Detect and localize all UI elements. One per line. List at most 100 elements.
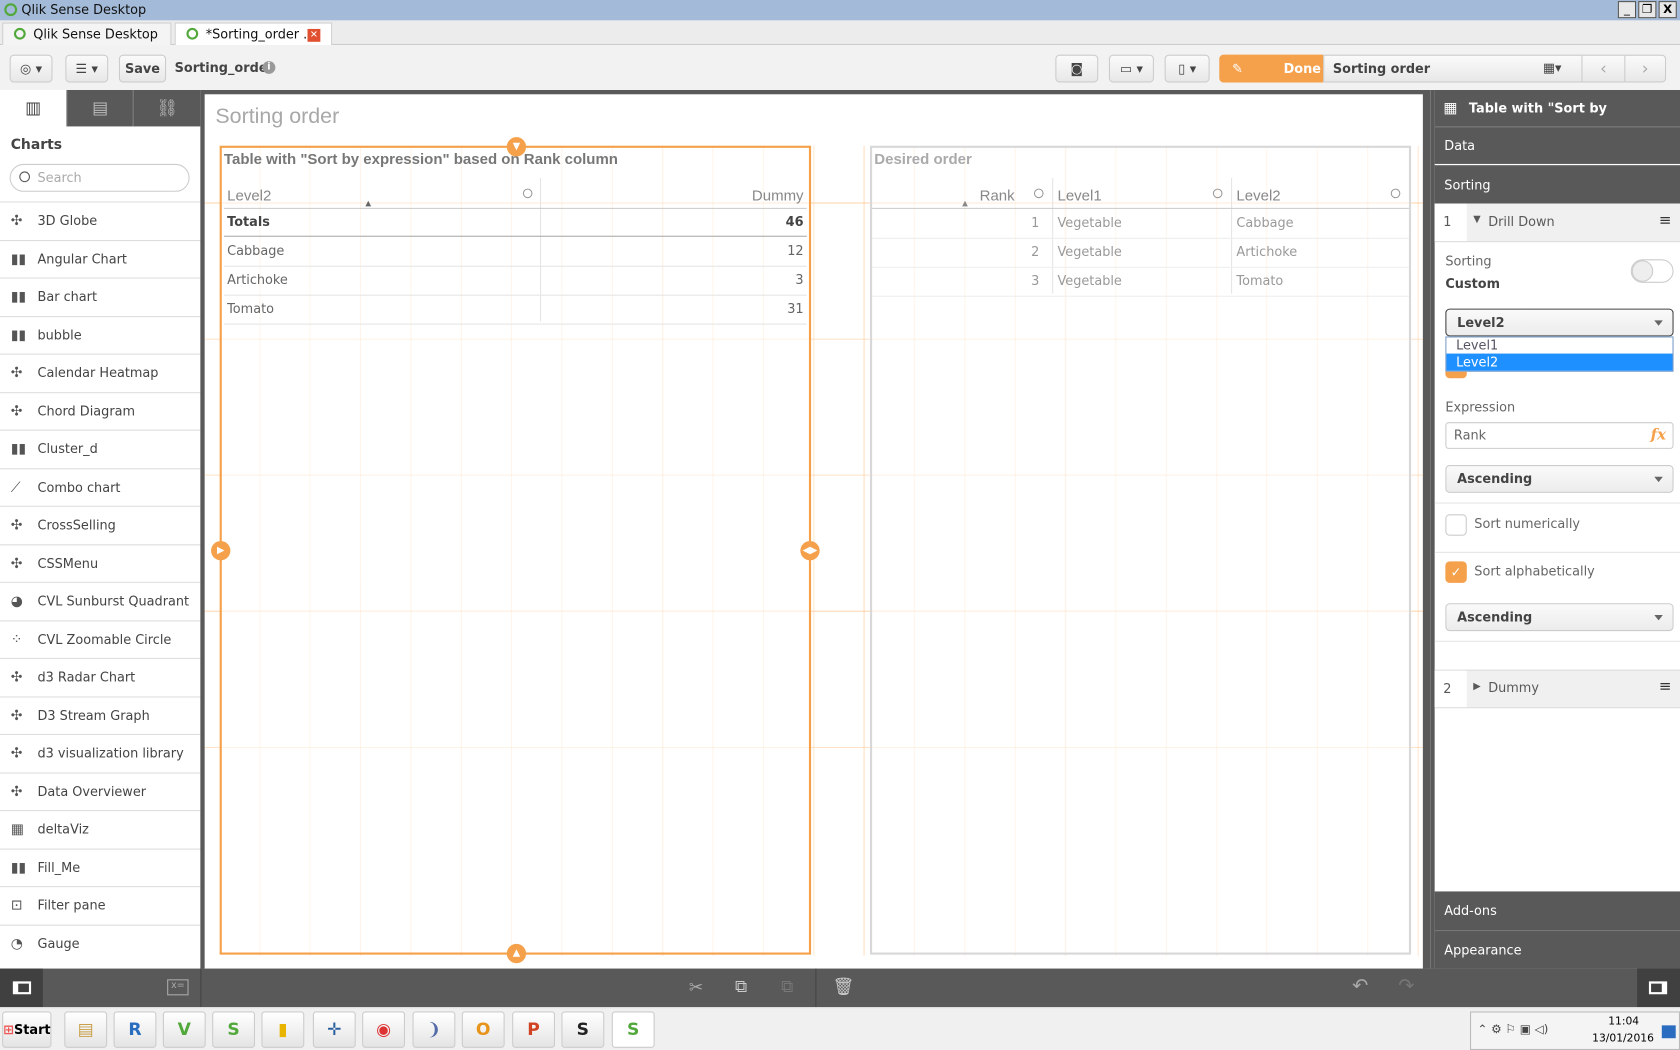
cell-level2[interactable]: Cabbage xyxy=(227,237,284,266)
fx-icon[interactable]: fx xyxy=(1651,423,1666,448)
chart-list-item[interactable]: ✣ Data Overviewer xyxy=(0,771,201,811)
auto-sort-toggle[interactable] xyxy=(1630,259,1674,283)
tray-icons[interactable]: ⌃ ⚙ ⚐ ▣ ◁) xyxy=(1478,1022,1549,1036)
field-select[interactable]: Level2 xyxy=(1445,308,1674,337)
explorer-taskbar-icon[interactable]: ▤ xyxy=(64,1011,108,1048)
section-sorting[interactable]: Sorting xyxy=(1434,165,1680,204)
chart-list-item[interactable]: ▮▮ Cluster_d xyxy=(0,429,201,468)
chart-list-item[interactable]: ◕ CVL Sunburst Quadrant xyxy=(0,581,201,620)
column-header-level1[interactable]: Level1 xyxy=(1058,180,1102,210)
snapshot-button[interactable]: ◙ xyxy=(1055,54,1099,83)
expression-input[interactable]: Rank fx xyxy=(1445,422,1674,449)
chart-list-item[interactable]: ✣ 3D Globe xyxy=(0,201,201,240)
sort-alphabetically-checkbox[interactable]: ✓ xyxy=(1445,561,1467,583)
chart-list-item[interactable]: ✣ CrossSelling xyxy=(0,505,201,544)
expression-order-select[interactable]: Ascending xyxy=(1445,465,1674,493)
show-desktop-button[interactable] xyxy=(1661,1025,1676,1039)
minimize-button[interactable]: _ xyxy=(1617,1,1637,19)
powerpoint-taskbar-icon[interactable]: P xyxy=(512,1011,556,1048)
cell-level1[interactable]: Vegetable xyxy=(1058,238,1122,267)
r-taskbar-icon[interactable]: R xyxy=(113,1011,157,1048)
previous-sheet-button[interactable]: ‹ xyxy=(1581,55,1624,82)
search-icon[interactable] xyxy=(1212,188,1223,199)
done-button[interactable]: ✎ Done xyxy=(1219,54,1324,83)
tab-hub[interactable]: Qlik Sense Desktop hub xyxy=(2,22,172,64)
chart-list-item[interactable]: ⁘CVL Zoomable Circle Pa... xyxy=(0,619,201,684)
section-appearance[interactable]: Appearance xyxy=(1434,930,1680,969)
search-input[interactable]: Search xyxy=(9,163,190,192)
chart-list-item[interactable]: ▮▮ Bar chart xyxy=(0,277,201,316)
chart-list-item[interactable]: ▦ deltaViz xyxy=(0,810,201,849)
undo-icon[interactable]: ↶ xyxy=(1352,975,1368,998)
bookmark-button[interactable]: ▯ ▾ xyxy=(1164,54,1210,83)
sort-item-dummy[interactable]: 2 ▶ Dummy ≡ xyxy=(1434,669,1680,709)
chart-list-item[interactable]: ◔ Gauge xyxy=(0,924,201,963)
chart-list-item[interactable]: ✣ D3 Stream Graph xyxy=(0,695,201,734)
cell-level2[interactable]: Artichoke xyxy=(227,266,288,295)
chart-list-item[interactable]: ✣ CSSMenu xyxy=(0,543,201,582)
search-icon[interactable] xyxy=(522,188,533,199)
resize-handle-top[interactable]: ▼ xyxy=(506,137,527,157)
tab-charts[interactable]: ▥ xyxy=(0,90,67,127)
search-icon[interactable] xyxy=(1390,188,1401,199)
clock-time[interactable]: 11:04 xyxy=(1608,1016,1639,1028)
outlook-taskbar-icon[interactable]: O xyxy=(461,1011,505,1048)
tableau-taskbar-icon[interactable]: ✛ xyxy=(312,1011,356,1048)
cell-level1[interactable]: Vegetable xyxy=(1058,267,1122,296)
alphabetical-order-select[interactable]: Ascending xyxy=(1445,603,1674,632)
column-header-level2[interactable]: Level2 xyxy=(227,180,271,210)
option-level2[interactable]: Level2 xyxy=(1446,353,1673,371)
chrome-taskbar-icon[interactable]: ◉ xyxy=(362,1011,406,1048)
slack-taskbar-icon[interactable]: S xyxy=(561,1011,605,1048)
chart-list-item[interactable]: ▮▮ Fill_Me xyxy=(0,848,201,887)
start-button[interactable]: ⊞Start xyxy=(2,1011,52,1048)
tab-master-items[interactable]: ⛓ xyxy=(132,90,201,127)
navigation-menu-button[interactable]: ◎ ▾ xyxy=(9,54,53,83)
story-button[interactable]: ▭ ▾ xyxy=(1108,54,1154,83)
save-button[interactable]: Save xyxy=(118,54,167,83)
cell-level2[interactable]: Cabbage xyxy=(1236,209,1293,238)
qlikview-taskbar-icon[interactable]: V xyxy=(162,1011,206,1048)
sort-item-drill-down[interactable]: 1 ▼ Drill Down ≡ xyxy=(1434,203,1680,243)
global-menu-button[interactable]: ☰ ▾ xyxy=(65,54,109,83)
resize-handle-left[interactable]: ▶ xyxy=(211,541,231,561)
toggle-right-panel-button[interactable] xyxy=(1637,968,1680,1008)
qlik-sense-taskbar-icon[interactable]: S xyxy=(212,1011,256,1048)
cell-level2[interactable]: Tomato xyxy=(1236,267,1283,296)
paste-icon[interactable]: ⧉ xyxy=(781,976,793,997)
redo-icon[interactable]: ↷ xyxy=(1398,975,1414,998)
chart-list-item[interactable]: ⊡ Filter pane xyxy=(0,886,201,925)
column-header-rank[interactable]: Rank xyxy=(980,180,1015,210)
column-header-level2[interactable]: Level2 xyxy=(1236,180,1280,210)
option-level1[interactable]: Level1 xyxy=(1446,338,1672,354)
app-taskbar-icon[interactable]: ❩ xyxy=(412,1011,456,1048)
copy-icon[interactable]: ⧉ xyxy=(735,976,747,997)
clock-date[interactable]: 13/01/2016 xyxy=(1592,1033,1654,1045)
cell-level2[interactable]: Tomato xyxy=(227,295,274,324)
chart-list-item[interactable]: ⟋ Combo chart xyxy=(0,467,201,506)
chart-list-item[interactable]: ✣ Calendar Heatmap xyxy=(0,353,201,392)
info-icon[interactable]: i xyxy=(262,61,276,74)
sheets-icon[interactable]: ▦▾ xyxy=(1543,60,1562,75)
search-icon[interactable] xyxy=(1033,188,1044,199)
variables-icon[interactable]: x= xyxy=(167,979,189,996)
sort-numerically-checkbox[interactable] xyxy=(1445,514,1467,536)
table-desired-order[interactable]: Desired order Rank ▲ Level1 Level2 1 Vege… xyxy=(870,145,1412,955)
section-add-ons[interactable]: Add-ons xyxy=(1434,891,1680,931)
chart-list-item[interactable]: ✣ d3 visualization library xyxy=(0,733,201,772)
cut-icon[interactable]: ✂ xyxy=(689,977,703,997)
tab-sorting-order[interactable]: *Sorting_order ... ✕ xyxy=(174,22,333,46)
qlik-sense-active-taskbar-icon[interactable]: S xyxy=(611,1011,655,1048)
column-header-dummy[interactable]: Dummy xyxy=(752,180,804,210)
drag-handle-icon[interactable]: ≡ xyxy=(1659,678,1672,695)
delete-icon[interactable]: 🗑 xyxy=(833,976,855,996)
restore-button[interactable]: ❐ xyxy=(1638,1,1657,19)
next-sheet-button[interactable]: › xyxy=(1624,55,1665,82)
resize-handle-right[interactable]: ◀▶ xyxy=(800,541,820,561)
chart-list-item[interactable]: ✣ Chord Diagram xyxy=(0,391,201,430)
chart-list-item[interactable]: ✣ d3 Radar Chart xyxy=(0,657,201,696)
resize-handle-bottom[interactable]: ▲ xyxy=(506,943,527,964)
section-data[interactable]: Data xyxy=(1434,126,1680,164)
table-sort-by-expression[interactable]: Table with "Sort by expression" based on… xyxy=(211,137,820,964)
close-tab-icon[interactable]: ✕ xyxy=(307,28,321,42)
